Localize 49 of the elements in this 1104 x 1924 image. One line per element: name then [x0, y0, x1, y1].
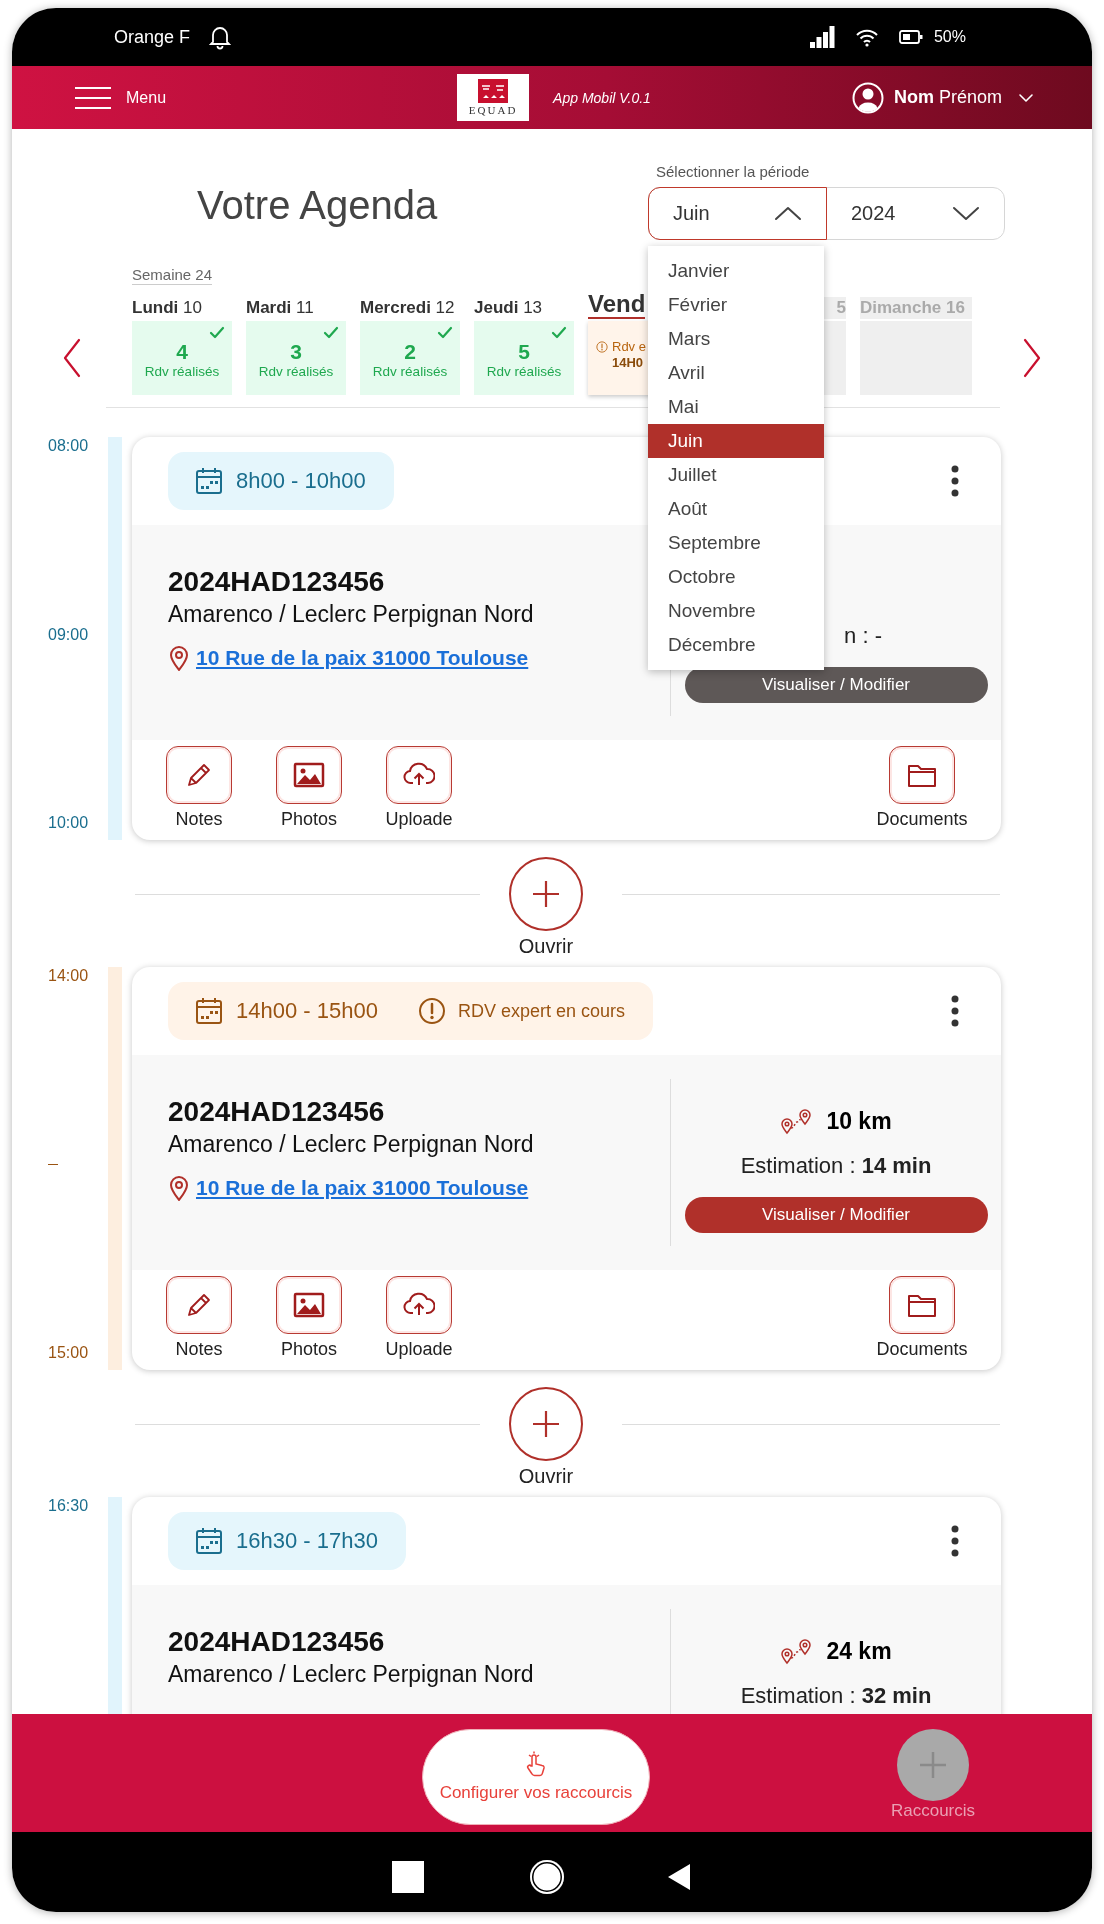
tool-label: Documents — [876, 808, 968, 830]
client-name: Amarenco / Leclerc Perpignan Nord — [168, 600, 535, 629]
count-caption: Rdv réalisés — [258, 363, 334, 381]
open-label: Ouvrir — [518, 935, 574, 957]
distance: 10 km — [826, 1107, 892, 1135]
time-range: 16h30 - 17h30 — [236, 1528, 378, 1554]
period-label: Sélectionner la période — [656, 163, 811, 181]
time-label: 09:00 — [48, 625, 90, 644]
appointment-count: 2 — [404, 341, 416, 363]
count-caption: Rdv réalisés — [144, 363, 220, 381]
status-label: RDV expert en cours — [457, 1000, 625, 1022]
travel-estimate: Estimation : 14 min — [740, 1152, 932, 1180]
logo-text: EQUAD — [468, 105, 518, 116]
tool-label: Documents — [876, 1338, 968, 1360]
battery-percentage: 50% — [933, 28, 966, 46]
time-label: 16:30 — [48, 1497, 90, 1515]
open-label: Ouvrir — [518, 1465, 574, 1487]
tool-label: Uploade — [385, 1338, 453, 1360]
distance: 24 km — [826, 1637, 892, 1665]
client-name: Amarenco / Leclerc Perpignan Nord — [168, 1660, 535, 1689]
tool-label: Photos — [280, 808, 337, 830]
page-title: Votre Agenda — [197, 182, 438, 228]
time-label: 08:00 — [48, 437, 90, 455]
time-range: 8h00 - 10h00 — [236, 468, 366, 494]
time-range: 14h00 - 15h00 — [236, 998, 378, 1024]
client-name: Amarenco / Leclerc Perpignan Nord — [168, 1130, 535, 1159]
time-label: 14:00 — [48, 967, 90, 985]
case-reference: 2024HAD123456 — [168, 1095, 386, 1129]
time-label: 10:00 — [48, 814, 90, 832]
travel-estimate: Estimation : 32 min — [740, 1682, 932, 1710]
tool-label: Photos — [280, 1338, 337, 1360]
alert-caption: Rdv e — [612, 339, 646, 355]
travel-estimate: n : - — [844, 622, 882, 650]
time-label: 15:00 — [48, 1344, 90, 1362]
app-version: App Mobil V.0.1 — [553, 89, 651, 106]
appointment-count: 3 — [290, 341, 302, 363]
count-caption: Rdv réalisés — [372, 363, 448, 381]
appointment-count: 5 — [518, 341, 530, 363]
count-caption: Rdv réalisés — [486, 363, 562, 381]
carrier-name: Orange F — [114, 26, 191, 48]
shortcuts-label: Raccourcis — [890, 1801, 976, 1821]
case-reference: 2024HAD123456 — [168, 565, 386, 599]
tool-label: Notes — [175, 808, 223, 830]
alert-time: 14H0 — [611, 355, 645, 371]
case-reference: 2024HAD123456 — [168, 1625, 386, 1659]
tool-label: Uploade — [385, 808, 453, 830]
tool-label: Notes — [175, 1338, 223, 1360]
week-label: Semaine 24 — [132, 266, 213, 285]
appointment-count: 4 — [176, 341, 188, 363]
